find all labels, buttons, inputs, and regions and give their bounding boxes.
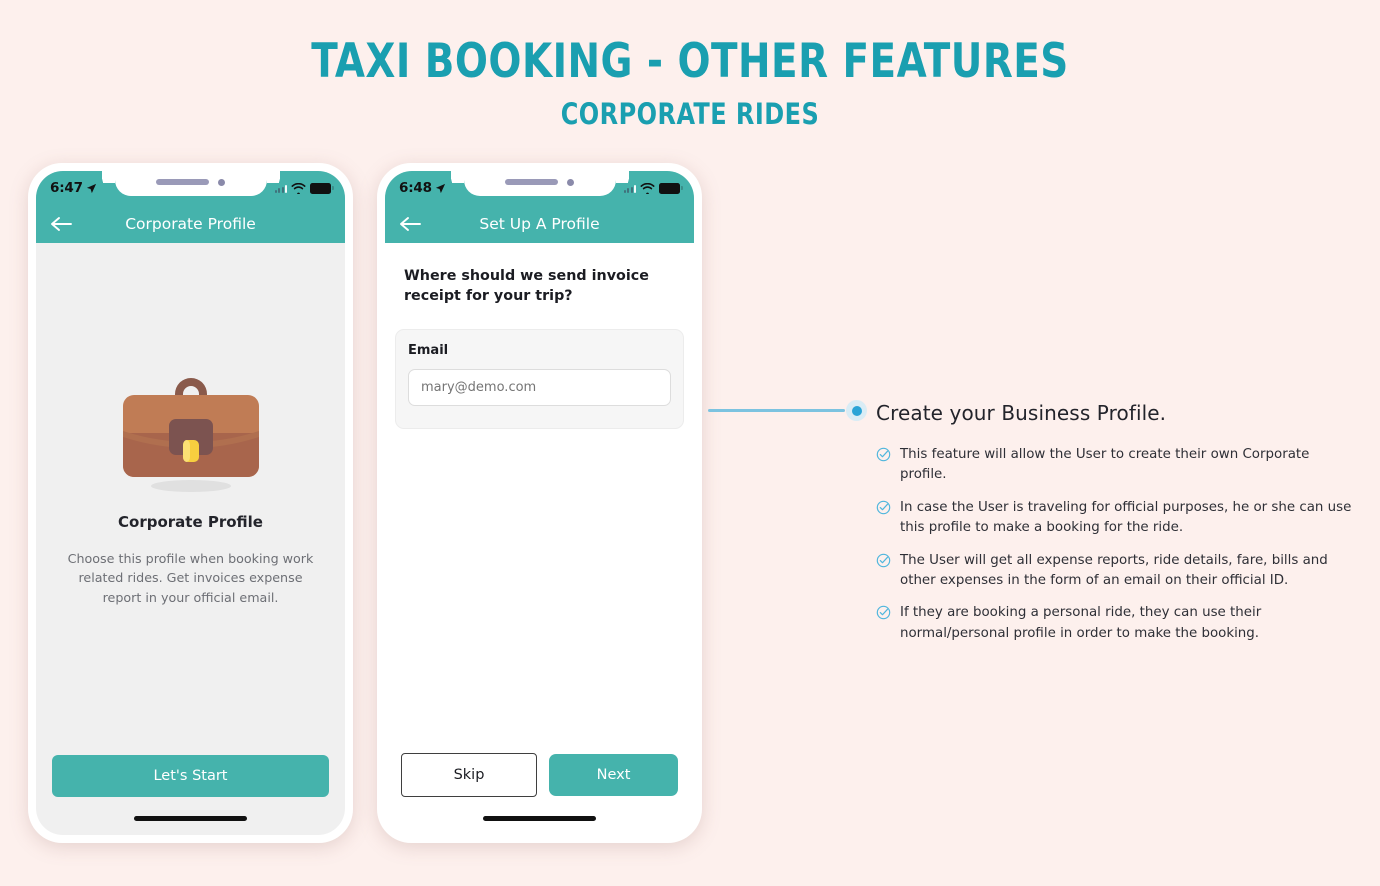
annotation-bullet: If they are booking a personal ride, the… (876, 603, 1356, 644)
phone-1-button-area: Let's Start (36, 755, 345, 797)
check-circle-icon (876, 500, 891, 519)
back-arrow-icon[interactable] (50, 216, 72, 232)
notch-corner-left (101, 171, 115, 184)
email-label: Email (408, 342, 449, 358)
speaker-grille-icon (505, 179, 558, 185)
annotation-bullet: This feature will allow the User to crea… (876, 445, 1356, 486)
lets-start-button[interactable]: Let's Start (52, 755, 329, 797)
phone-2-button-row: Skip Next (385, 753, 694, 797)
invoice-question-text: Where should we send invoice receipt for… (404, 268, 649, 305)
status-indicators (623, 182, 683, 194)
annotation-bullet-text: In case the User is traveling for offici… (900, 499, 1352, 536)
check-circle-icon (876, 447, 891, 466)
notch-contents (156, 178, 225, 186)
annotation-bullet-text: If they are booking a personal ride, the… (900, 605, 1262, 641)
phone-2-content: Where should we send invoice receipt for… (385, 243, 694, 835)
location-arrow-icon (86, 183, 96, 193)
phone-2-nav-title: Set Up A Profile (479, 215, 600, 233)
page-title: TAXI BOOKING - OTHER FEATURES (311, 34, 1069, 89)
next-button[interactable]: Next (549, 754, 678, 796)
front-camera-icon (218, 178, 225, 186)
signal-icon (274, 184, 287, 193)
briefcase-illustration (36, 361, 345, 493)
check-circle-icon (876, 605, 891, 624)
skip-button[interactable]: Skip (401, 753, 537, 797)
annotation-bullet-text: The User will get all expense reports, r… (900, 552, 1328, 588)
annotation-bullet-text: This feature will allow the User to crea… (900, 447, 1310, 483)
signal-icon (623, 184, 636, 193)
wifi-icon (640, 182, 655, 194)
location-arrow-icon (435, 183, 445, 193)
notch-contents (505, 178, 574, 186)
profile-description: Choose this profile when booking work re… (67, 551, 314, 605)
annotation-bullet: In case the User is traveling for offici… (876, 498, 1356, 539)
phone-1-nav-title: Corporate Profile (125, 215, 256, 233)
phone-mockup-setup-profile: 6:48 Set Up A Profile Where should we se… (377, 163, 702, 843)
phone-1-content: Corporate Profile Choose this profile wh… (36, 243, 345, 835)
battery-icon (659, 182, 683, 194)
battery-icon (310, 182, 334, 194)
annotation-bullet-list: This feature will allow the User to crea… (876, 445, 1356, 644)
annotation-connector-dot (846, 400, 867, 421)
page-header: TAXI BOOKING - OTHER FEATURES CORPORATE … (0, 0, 1380, 131)
phone-notch (101, 171, 280, 196)
phone-notch (450, 171, 629, 196)
phone-1-screen: 6:47 Corporate Profile Corporate Profile… (36, 171, 345, 835)
email-input[interactable] (408, 368, 671, 406)
status-clock: 6:47 (50, 180, 97, 196)
phone-1-navbar: Corporate Profile (36, 205, 345, 243)
wifi-icon (291, 182, 306, 194)
phone-2-status-bar: 6:48 (385, 171, 694, 205)
status-time: 6:48 (399, 180, 432, 196)
notch-corner-left (450, 171, 464, 184)
status-time: 6:47 (50, 180, 83, 196)
status-indicators (274, 182, 334, 194)
status-clock: 6:48 (399, 180, 446, 196)
phone-2-navbar: Set Up A Profile (385, 205, 694, 243)
email-card: Email (395, 328, 684, 429)
home-indicator (134, 816, 247, 821)
annotation-bullet: The User will get all expense reports, r… (876, 551, 1356, 592)
back-arrow-icon[interactable] (399, 216, 421, 232)
page-subtitle: CORPORATE RIDES (560, 96, 820, 131)
phone-2-screen: 6:48 Set Up A Profile Where should we se… (385, 171, 694, 835)
home-indicator (483, 816, 596, 821)
annotation-title: Create your Business Profile. (876, 401, 1167, 425)
check-circle-icon (876, 553, 891, 572)
front-camera-icon (567, 178, 574, 186)
phone-mockup-corporate-profile: 6:47 Corporate Profile Corporate Profile… (28, 163, 353, 843)
profile-caption: Corporate Profile (118, 513, 263, 531)
phone-1-status-bar: 6:47 (36, 171, 345, 205)
annotation-connector-line (708, 409, 845, 412)
annotation-panel: Create your Business Profile. This featu… (876, 401, 1356, 656)
speaker-grille-icon (156, 179, 209, 185)
